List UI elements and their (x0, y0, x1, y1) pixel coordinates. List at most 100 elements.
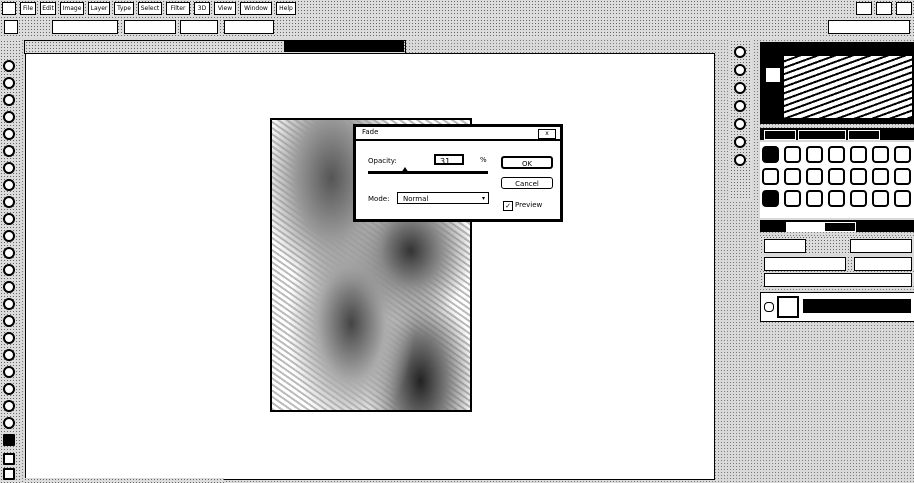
3d-rotate-icon[interactable] (3, 366, 15, 378)
style-swatch[interactable] (806, 146, 823, 163)
hand-tool-icon[interactable] (3, 400, 15, 412)
style-swatch[interactable] (784, 190, 801, 207)
gradient-icon[interactable] (3, 247, 15, 259)
style-swatch[interactable] (828, 146, 845, 163)
healing-brush-icon[interactable] (3, 162, 15, 174)
refine-edge-button[interactable] (224, 20, 274, 34)
crop-tool-icon[interactable] (3, 128, 15, 140)
dialog-title-bar[interactable]: Fade x (356, 127, 560, 141)
tool-preset-icon[interactable] (4, 20, 18, 34)
menu-layer[interactable]: Layer (88, 2, 110, 15)
quick-mask-icon[interactable] (3, 453, 15, 465)
opacity-input[interactable]: 31 (434, 154, 464, 166)
brush-tool-icon[interactable] (3, 179, 15, 191)
masks-panel-icon[interactable] (734, 154, 746, 166)
ok-button[interactable]: OK (501, 156, 553, 169)
tab-styles[interactable] (764, 130, 796, 140)
tab-paragraphs[interactable] (798, 130, 846, 140)
menu-file[interactable]: File (20, 2, 36, 15)
eraser-icon[interactable] (3, 230, 15, 242)
history-brush-icon[interactable] (3, 213, 15, 225)
style-swatch[interactable] (762, 190, 779, 207)
maximize-icon[interactable] (876, 2, 892, 15)
close-icon[interactable]: x (538, 129, 556, 139)
tab-channels[interactable] (824, 222, 856, 232)
document-tab-active[interactable] (284, 40, 404, 52)
style-swatch[interactable] (872, 190, 889, 207)
style-swatch[interactable] (850, 146, 867, 163)
layer-filter-field[interactable] (764, 273, 912, 287)
menu-3d[interactable]: 3D (194, 2, 210, 15)
pen-tool-icon[interactable] (3, 298, 15, 310)
navigator-thumbnail[interactable] (784, 56, 912, 118)
options-field[interactable] (124, 20, 176, 34)
app-logo-icon[interactable] (2, 2, 16, 15)
type-tool-icon[interactable] (3, 315, 15, 327)
style-swatch[interactable] (850, 168, 867, 185)
tab-layers[interactable] (786, 222, 824, 232)
menu-image[interactable]: Image (60, 2, 84, 15)
options-button[interactable] (180, 20, 218, 34)
cancel-button[interactable]: Cancel (501, 177, 553, 189)
eyedropper-icon[interactable] (3, 145, 15, 157)
tab-character[interactable] (848, 130, 880, 140)
blend-mode-select[interactable] (764, 239, 806, 253)
menu-filter[interactable]: Filter (166, 2, 190, 15)
info-panel-icon[interactable] (734, 82, 746, 94)
menu-type[interactable]: Type (114, 2, 134, 15)
zoom-tool-icon[interactable] (3, 417, 15, 429)
style-swatch[interactable] (872, 168, 889, 185)
actions-panel-icon[interactable] (734, 64, 746, 76)
style-swatch[interactable] (762, 146, 779, 163)
layer-row[interactable] (760, 292, 914, 322)
move-tool-icon[interactable] (3, 60, 15, 72)
menu-help[interactable]: Help (276, 2, 296, 15)
style-swatch[interactable] (762, 168, 779, 185)
quick-select-icon[interactable] (3, 111, 15, 123)
style-swatch[interactable] (894, 146, 911, 163)
preview-checkbox[interactable]: ✓ (503, 201, 513, 211)
style-swatch[interactable] (784, 146, 801, 163)
layer-opacity-field[interactable] (850, 239, 912, 253)
dodge-icon[interactable] (3, 281, 15, 293)
layer-thumbnail (777, 296, 799, 318)
options-dropdown[interactable] (52, 20, 118, 34)
menu-view[interactable]: View (214, 2, 236, 15)
eye-icon[interactable] (764, 302, 774, 312)
style-swatch[interactable] (850, 190, 867, 207)
workspace-switcher[interactable] (828, 20, 910, 34)
marquee-tool-icon[interactable] (3, 77, 15, 89)
blur-icon[interactable] (3, 264, 15, 276)
color-panel-icon[interactable] (734, 100, 746, 112)
style-swatch[interactable] (894, 168, 911, 185)
minimize-icon[interactable] (856, 2, 872, 15)
opacity-slider[interactable] (368, 167, 488, 174)
lasso-tool-icon[interactable] (3, 94, 15, 106)
clone-stamp-icon[interactable] (3, 196, 15, 208)
style-swatch[interactable] (894, 190, 911, 207)
foreground-color-icon[interactable] (3, 434, 15, 446)
layer-fill-field[interactable] (854, 257, 912, 271)
adjustments-panel-icon[interactable] (734, 136, 746, 148)
menu-window[interactable]: Window (240, 2, 272, 15)
mode-select[interactable]: Normal ▾ (397, 192, 489, 204)
history-panel-icon[interactable] (734, 46, 746, 58)
menu-edit[interactable]: Edit (40, 2, 56, 15)
style-swatch[interactable] (872, 146, 889, 163)
style-swatch[interactable] (828, 168, 845, 185)
shape-tool-icon[interactable] (3, 349, 15, 361)
menu-select[interactable]: Select (138, 2, 162, 15)
path-select-icon[interactable] (3, 332, 15, 344)
3d-orbit-icon[interactable] (3, 383, 15, 395)
layer-name[interactable] (803, 299, 911, 313)
screen-mode-icon[interactable] (3, 468, 15, 480)
style-swatch[interactable] (806, 190, 823, 207)
opacity-slider-thumb[interactable] (401, 167, 410, 173)
lock-icons[interactable] (764, 257, 846, 271)
swatches-panel-icon[interactable] (734, 118, 746, 130)
style-swatch[interactable] (828, 190, 845, 207)
navigator-zoom-icon[interactable] (764, 66, 782, 84)
close-window-icon[interactable] (896, 2, 912, 15)
style-swatch[interactable] (806, 168, 823, 185)
style-swatch[interactable] (784, 168, 801, 185)
